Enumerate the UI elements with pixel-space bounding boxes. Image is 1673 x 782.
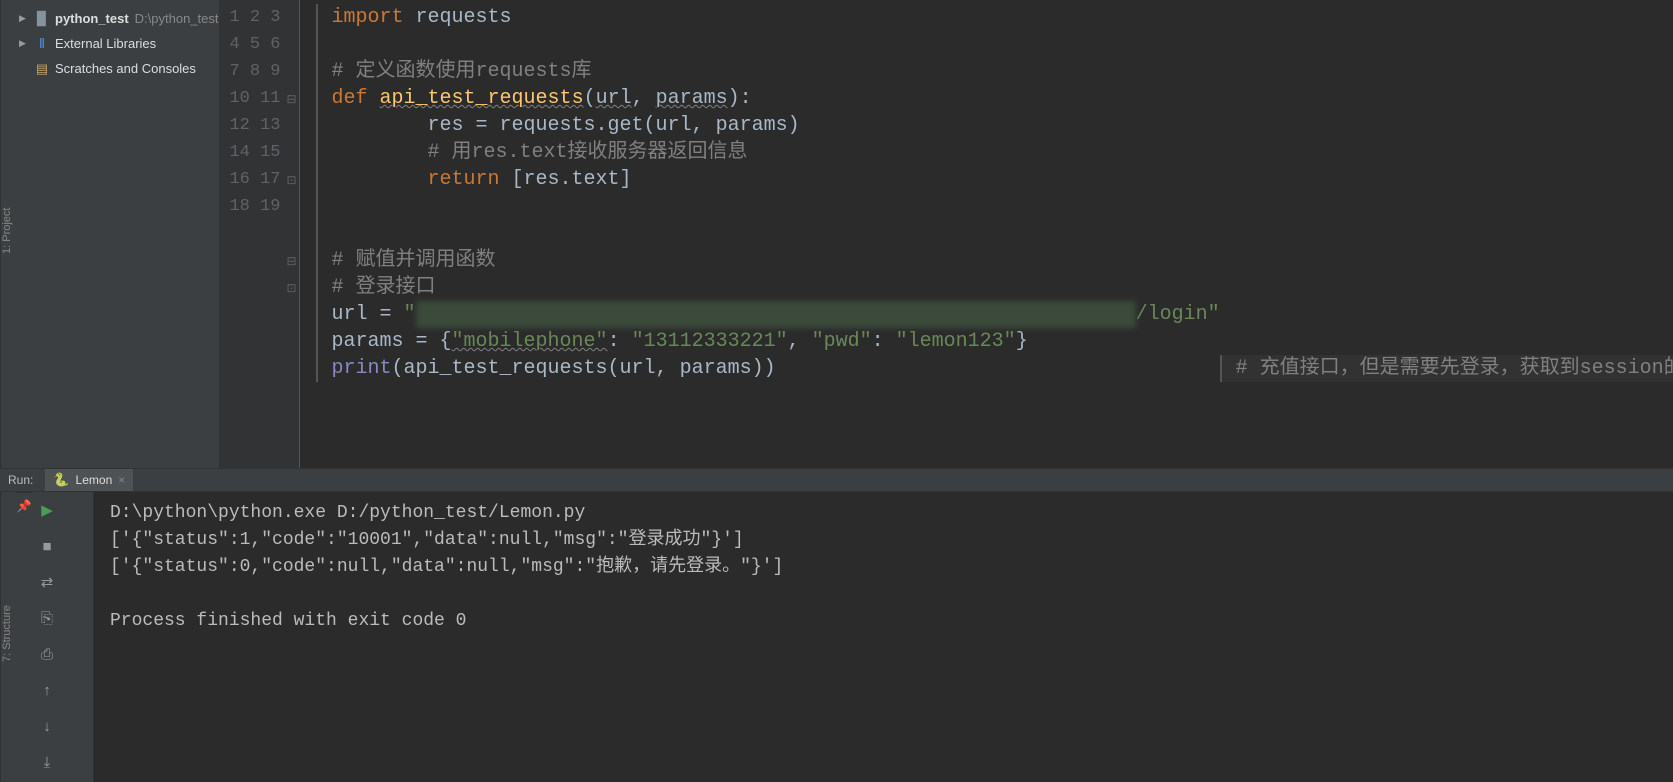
project-tree-pane: ▶ ▉ python_test D:\python_test ▶ ⦀ Exter… [13,0,220,468]
line-number[interactable]: 1 [229,8,239,27]
console-line: ['{"status":0,"code":null,"data":null,"m… [110,557,783,577]
module-name: requests [416,6,512,29]
console-line: ['{"status":1,"code":"10001","data":null… [110,530,744,550]
line-number[interactable]: 17 [260,170,280,189]
library-icon: ⦀ [33,36,51,52]
project-root-name: python_test [55,11,129,26]
run-tab-name: Lemon [76,473,113,487]
run-tool-header: Run: 🐍 Lemon × [0,468,1673,492]
scratches-icon: ▤ [33,61,51,77]
close-icon[interactable]: × [118,473,125,487]
project-tool-stripe[interactable]: 1: Project [0,0,13,468]
line-number[interactable]: 5 [250,35,260,54]
console-line: Process finished with exit code 0 [110,611,466,631]
stop-button[interactable]: ■ [36,536,58,558]
comment: # 赋值并调用函数 [332,249,496,272]
line-number[interactable]: 7 [229,62,239,81]
comment: # 登录接口 [332,276,436,299]
project-root-path: D:\python_test [135,11,219,26]
line-number[interactable]: 13 [260,116,280,135]
comment: # 定义函数使用requests库 [332,60,592,83]
project-root-node[interactable]: ▶ ▉ python_test D:\python_test [13,6,219,31]
code-content[interactable]: import requests # 定义函数使用requests库 def ap… [300,0,1673,468]
editor-gutter[interactable]: 1 2 3 4⊟ 5 6 7⊡ 8 9 10⊟ 11⊡ 12 13 14 15 … [220,0,300,468]
fold-end-icon[interactable]: ⊡ [286,276,296,303]
run-tab[interactable]: 🐍 Lemon × [45,469,133,491]
comment: # 充值接口，但是需要先登录，获取到session的 [1236,357,1673,380]
favorites-tool-stripe[interactable]: 📌 [16,492,32,782]
fold-icon[interactable]: ⊟ [286,87,296,114]
console-line: D:\python\python.exe D:/python_test/Lemo… [110,503,585,523]
scratches-label: Scratches and Consoles [55,61,196,76]
line-number[interactable]: 16 [229,170,249,189]
run-label: Run: [8,473,33,487]
line-number[interactable]: 15 [260,143,280,162]
structure-stripe-label: 7: Structure [1,606,13,663]
scratches-node[interactable]: ▤ Scratches and Consoles [13,56,219,81]
keyword: import [332,6,404,29]
line-number[interactable]: 3 [270,8,280,27]
fold-icon[interactable]: ⊟ [286,249,296,276]
code-editor[interactable]: 1 2 3 4⊟ 5 6 7⊡ 8 9 10⊟ 11⊡ 12 13 14 15 … [220,0,1673,468]
function-name: api_test_requests [380,87,584,110]
line-number[interactable]: 18 [229,197,249,216]
external-libraries-node[interactable]: ▶ ⦀ External Libraries [13,31,219,56]
line-number[interactable]: 10 [229,89,249,108]
soft-wrap-button[interactable]: ⤓ [36,752,58,774]
line-number[interactable]: 14 [229,143,249,162]
print-button[interactable]: ⎙ [36,644,58,666]
rerun-button[interactable]: ▶ [36,500,58,522]
export-button[interactable]: ⎘ [36,608,58,630]
line-number[interactable]: 8 [250,62,260,81]
blurred-url: xxxxxxxxxxxxxxxxxxxxxxxxxxxxxxxxxxxxxxxx… [416,301,1136,328]
line-number[interactable]: 19 [260,197,280,216]
expand-arrow-icon[interactable]: ▶ [19,38,33,49]
folder-icon: ▉ [33,11,51,27]
external-libraries-label: External Libraries [55,36,156,51]
code-text: res = requests.get(url, params) [428,114,800,137]
line-number[interactable]: 2 [250,8,260,27]
pin-icon: 📌 [17,499,32,513]
comment: # 用res.text接收服务器返回信息 [428,141,748,164]
builtin-call: print [332,357,392,380]
layout-button[interactable]: ⇄ [36,572,58,594]
run-console[interactable]: D:\python\python.exe D:/python_test/Lemo… [94,492,1673,782]
up-button[interactable]: ↑ [36,680,58,702]
run-toolbar: ▶ ■ ⇄ ⎘ ⎙ ↑ ↓ ⤓ [32,492,94,782]
line-number[interactable]: 12 [229,116,249,135]
line-number[interactable]: 9 [270,62,280,81]
line-number[interactable]: 11 [260,89,280,108]
expand-arrow-icon[interactable]: ▶ [19,13,33,24]
down-button[interactable]: ↓ [36,716,58,738]
line-number[interactable]: 6 [270,35,280,54]
fold-end-icon[interactable]: ⊡ [286,168,296,195]
structure-tool-stripe[interactable]: 7: Structure [0,492,16,782]
keyword: def [332,87,368,110]
line-number[interactable]: 4 [229,35,239,54]
python-file-icon: 🐍 [53,472,69,488]
keyword: return [428,168,500,191]
project-stripe-label: 1: Project [1,208,13,254]
